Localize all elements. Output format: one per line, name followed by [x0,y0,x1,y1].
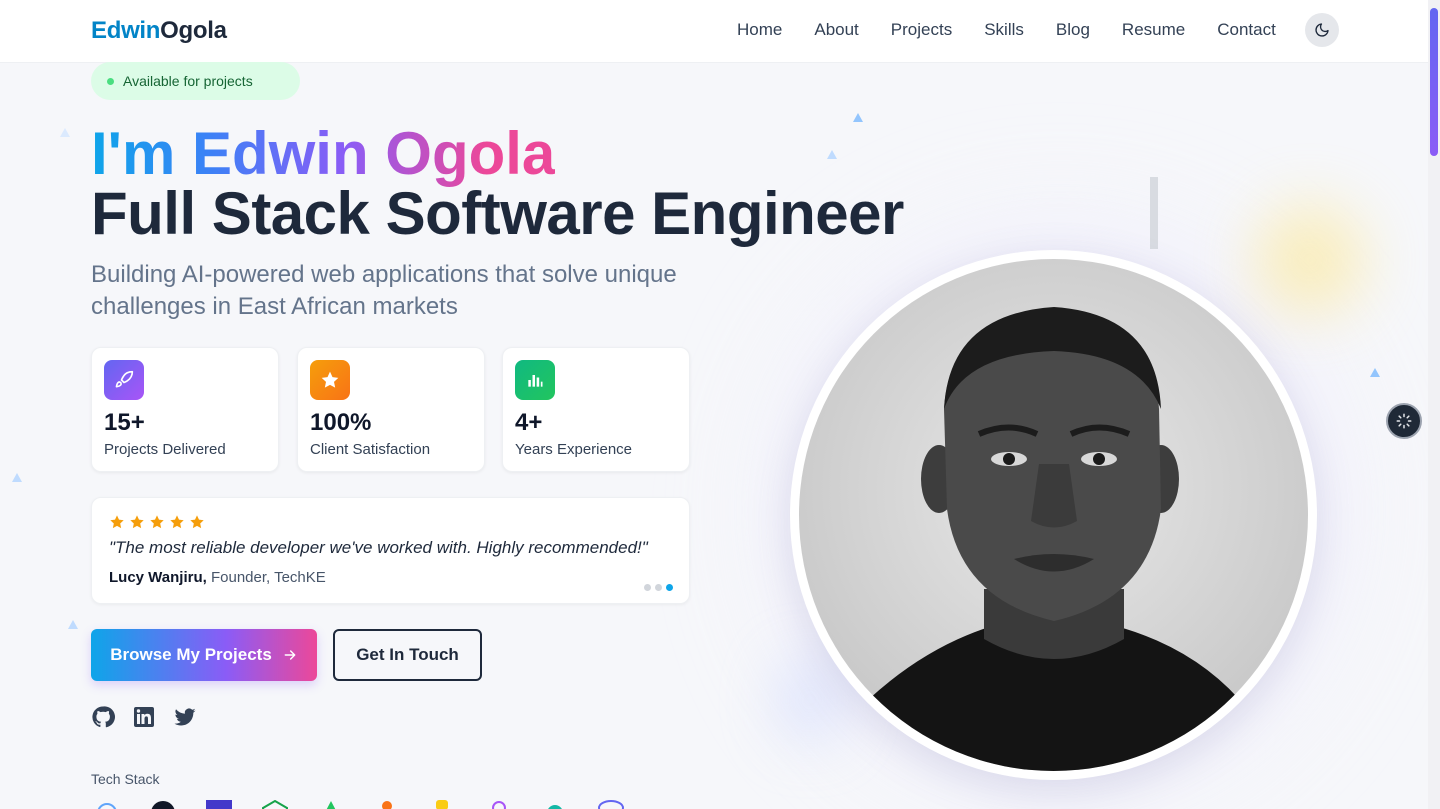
stat-value: 100% [310,409,372,436]
star-icon [170,515,184,529]
tech-icon [542,800,568,809]
star-icon [150,515,164,529]
stat-value: 15+ [104,409,145,436]
carousel-dot-active[interactable] [666,584,673,591]
rocket-icon [104,360,144,400]
site-logo[interactable]: EdwinOgola [91,17,227,45]
get-in-touch-button[interactable]: Get In Touch [333,629,482,681]
github-icon[interactable] [91,705,115,729]
carousel-dot[interactable] [655,584,662,591]
stat-card-projects: 15+ Projects Delivered [91,347,279,472]
tech-icon [430,800,456,809]
stat-card-satisfaction: 100% Client Satisfaction [297,347,485,472]
tech-stack-icons [94,799,624,809]
hero-name: I'm Edwin Ogola [91,120,556,187]
logo-first: Edwin [91,17,161,44]
star-icon [130,515,144,529]
testimonial-author: Lucy Wanjiru, Founder, TechKE [109,569,672,586]
status-dot [107,77,114,85]
tech-icon [206,800,238,809]
arrow-right-icon [284,650,296,660]
tech-icon [262,799,288,809]
nav-home[interactable]: Home [737,20,782,40]
availability-badge: Available for projects [91,62,300,100]
decorative-triangle [1370,368,1380,377]
tech-icon [318,800,344,809]
nav-skills[interactable]: Skills [984,20,1024,40]
decorative-bar [1150,177,1158,249]
hero-subtitle: Building AI-powered web applications tha… [91,261,677,320]
stat-value: 4+ [515,409,543,436]
tech-icon [374,800,400,809]
loading-spinner-icon[interactable] [1386,403,1422,439]
background-glow-yellow [1255,205,1365,315]
social-links [91,705,197,729]
background-glow-blue [780,660,840,740]
tech-icon [486,800,512,809]
rating-stars [109,514,672,530]
logo-last: Ogola [160,17,227,44]
theme-toggle-button[interactable] [1305,13,1339,47]
decorative-triangle [827,150,837,159]
linkedin-icon[interactable] [132,705,156,729]
tech-icon [150,800,176,809]
stat-label: Client Satisfaction [310,441,431,458]
tech-icon [94,800,120,809]
nav-blog[interactable]: Blog [1056,20,1090,40]
profile-photo [799,259,1308,771]
star-icon [310,360,350,400]
tech-stack-label: Tech Stack [91,771,160,787]
stat-label: Years Experience [515,441,633,458]
browse-projects-button[interactable]: Browse My Projects [91,629,317,681]
nav-resume[interactable]: Resume [1122,20,1185,40]
hero-role: Full Stack Software Engineer [91,180,904,247]
author-name: Lucy Wanjiru, [109,569,207,586]
decorative-triangle [60,128,70,137]
browse-projects-label: Browse My Projects [110,645,272,664]
decorative-triangle [12,473,22,482]
top-navbar: EdwinOgola Home About Projects Skills Bl… [0,0,1428,63]
stat-card-experience: 4+ Years Experience [502,347,690,472]
testimonial-quote: "The most reliable developer we've worke… [109,538,648,557]
nav-links: Home About Projects Skills Blog Resume C… [737,20,1308,40]
nav-contact[interactable]: Contact [1217,20,1276,40]
nav-about[interactable]: About [814,20,858,40]
stat-label: Projects Delivered [104,441,226,458]
decorative-triangle [68,620,78,629]
carousel-dots [644,584,673,591]
moon-icon [1315,23,1329,37]
nav-projects[interactable]: Projects [891,20,952,40]
star-icon [110,515,124,529]
author-role: Founder, TechKE [210,569,326,586]
tech-icon [598,800,624,809]
testimonial-card: "The most reliable developer we've worke… [91,497,690,604]
availability-text: Available for projects [123,73,253,89]
decorative-triangle [853,113,863,122]
chart-icon [515,360,555,400]
star-icon [190,515,204,529]
carousel-dot[interactable] [644,584,651,591]
page-scrollbar[interactable] [1428,0,1440,809]
scrollbar-thumb[interactable] [1430,8,1438,156]
twitter-icon[interactable] [173,705,197,729]
